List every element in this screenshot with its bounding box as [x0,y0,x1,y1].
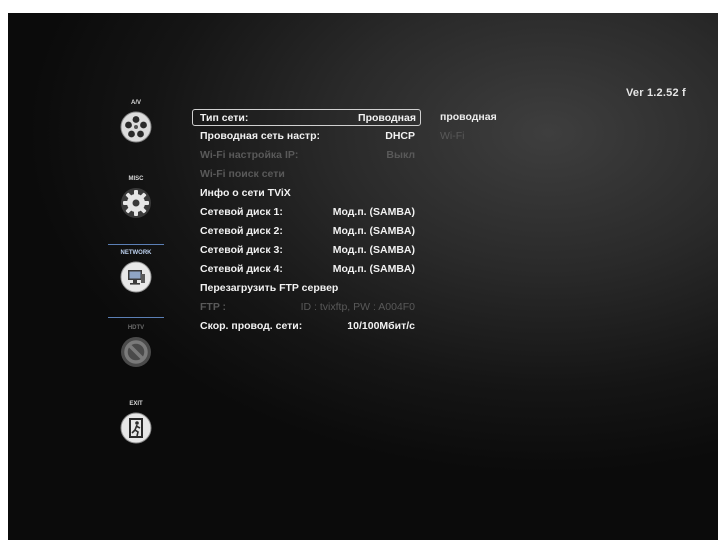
menu-row-restart-ftp[interactable]: Перезагрузить FTP сервер [193,280,419,296]
row-label: Инфо о сети TViX [200,187,291,199]
menu-row-network-drive-3[interactable]: Сетевой диск 3: Мод.п. (SAMBA) [193,242,419,258]
tv-screen: Ver 1.2.52 f A/V MISC NETWORK HDTV EXIT … [8,13,718,540]
menu-row-wifi-search: Wi-Fi поиск сети [193,166,419,182]
film-reel-icon [120,111,152,143]
option-wired[interactable]: проводная [440,111,497,123]
row-label: Сетевой диск 3: [200,244,283,256]
sidebar-item-label: NETWORK [120,250,152,256]
sidebar-item-label: MISC [128,176,144,182]
menu-row-wired-speed[interactable]: Скор. провод. сети: 10/100Мбит/с [193,318,419,334]
row-label: Проводная сеть настр: [200,130,320,142]
option-wifi: Wi-Fi [440,130,465,142]
row-value: 10/100Мбит/с [347,320,415,332]
menu-row-network-drive-1[interactable]: Сетевой диск 1: Мод.п. (SAMBA) [193,204,419,220]
sidebar-item-label: A/V [130,100,141,106]
menu-row-wired-setup[interactable]: Проводная сеть настр: DHCP [193,128,419,144]
menu-row-network-info[interactable]: Инфо о сети TViX [193,185,419,201]
sidebar-item-exit[interactable]: EXIT [106,400,166,444]
menu-row-network-drive-2[interactable]: Сетевой диск 2: Мод.п. (SAMBA) [193,223,419,239]
exit-icon [120,412,152,444]
row-value: Проводная [358,112,416,124]
row-label: Скор. провод. сети: [200,320,303,332]
row-label: Перезагрузить FTP сервер [200,282,339,294]
disabled-icon [121,337,151,367]
row-value: Мод.п. (SAMBA) [332,225,415,237]
row-value: Выкл [386,149,415,161]
menu-row-ftp-info: FTP : ID : tvixftp, PW : A004F0 [193,299,419,315]
row-label: Сетевой диск 4: [200,263,283,275]
menu-row-network-drive-4[interactable]: Сетевой диск 4: Мод.п. (SAMBA) [193,261,419,277]
sidebar-item-av[interactable]: A/V [106,99,166,143]
sidebar-item-misc[interactable]: MISC [106,175,166,219]
sidebar-item-label: HDTV [127,325,145,331]
firmware-version: Ver 1.2.52 f [626,87,686,99]
sidebar-item-label: EXIT [129,401,143,407]
row-value: Мод.п. (SAMBA) [332,263,415,275]
row-value: Мод.п. (SAMBA) [332,206,415,218]
row-label: Сетевой диск 1: [200,206,283,218]
selection-line-bottom [108,317,164,318]
gear-icon [121,188,151,218]
row-value: DHCP [385,130,415,142]
menu-row-wifi-ip: Wi-Fi настройка IP: Выкл [193,147,419,163]
menu-row-network-type[interactable]: Тип сети: Проводная [192,109,421,126]
selection-line-top [108,244,164,245]
row-label: Wi-Fi поиск сети [200,168,285,180]
row-label: Тип сети: [200,112,249,124]
row-label: FTP : [200,301,227,313]
row-label: Сетевой диск 2: [200,225,283,237]
sidebar-item-network[interactable]: NETWORK [106,249,166,293]
network-icon [120,261,152,293]
row-value: ID : tvixftp, PW : A004F0 [300,301,415,313]
row-value: Мод.п. (SAMBA) [332,244,415,256]
row-label: Wi-Fi настройка IP: [200,149,299,161]
sidebar-item-hdtv[interactable]: HDTV [106,324,166,368]
